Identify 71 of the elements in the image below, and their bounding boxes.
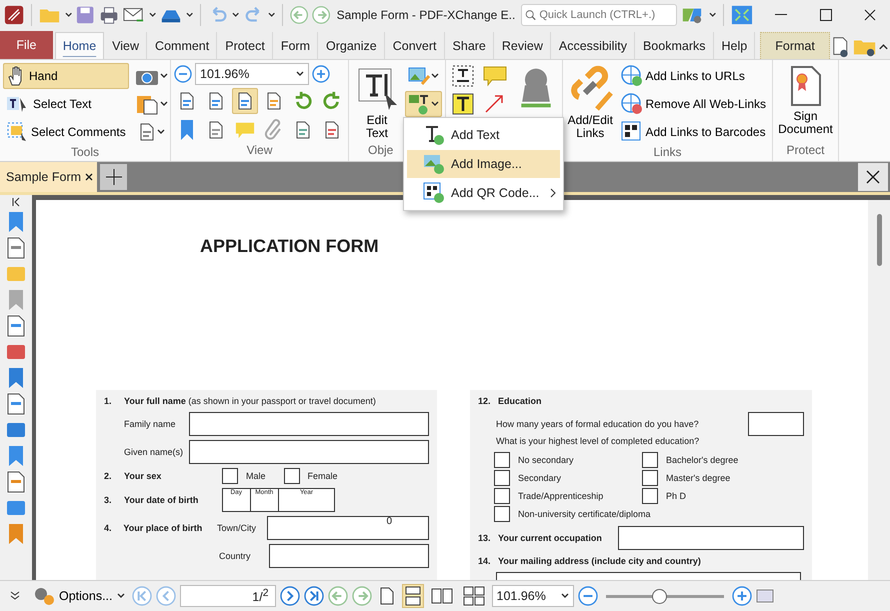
field-label: Family name [124,419,177,429]
document-tab-label: Sample Form [6,170,82,184]
question-number: 14. [478,556,490,566]
group-label: Protect [786,143,824,159]
question-text: Your current occupation [498,533,602,543]
ribbon-tab[interactable]: Help [714,32,756,59]
tool-button[interactable]: Select Text [3,91,129,117]
ribbon-tab[interactable]: Convert [386,32,445,59]
field-label: Country [219,551,252,561]
ribbon-tab[interactable]: Accessibility [552,32,635,59]
group-label: View [246,143,272,159]
checkbox-label: Bachelor's degree [666,455,738,465]
document-tab[interactable]: Sample Form [0,162,97,192]
zoom-combo[interactable]: 101.96% [195,63,309,85]
group-label: Links [653,145,682,161]
ribbon-tab[interactable]: Bookmarks [636,32,714,59]
question-number: 4. [104,523,113,533]
question-text: Your date of birth [124,495,200,505]
link-action-button[interactable]: Add Links to Barcodes [618,119,769,145]
quick-launch-field[interactable]: Quick Launch (CTRL+.) [521,4,678,26]
field-label: Given name(s) [124,447,184,457]
ribbon-tab[interactable]: Comment [148,32,218,59]
ribbon-tab[interactable]: Share [446,32,494,59]
checkbox-label: Non-university certificate/diploma [518,509,651,519]
group-label: Tools [70,145,99,161]
question-text: Your full name (as shown in your passport or travel document) [124,396,376,406]
tool-button[interactable]: Select Comments [3,119,129,145]
menu-item[interactable]: Add QR Code... [407,179,560,207]
ribbon-tab[interactable]: Format [760,32,830,59]
edit-text-button[interactable]: Edit Text [352,63,402,143]
options-button[interactable]: Options... [30,584,128,608]
form-title: APPLICATION FORM [200,236,380,258]
ribbon-tab[interactable]: Review [494,32,551,59]
file-tab[interactable]: File [0,31,53,59]
text-field[interactable]: 0 [267,516,429,540]
question-number: 12. [478,396,490,406]
checkbox-label: Secondary [518,473,562,483]
checkbox-label: Ph D [666,491,686,501]
tool-button[interactable]: Hand [3,63,129,89]
checkbox-label: Female [308,471,338,481]
question-number: 13. [478,533,490,543]
checkbox-label: Trade/Apprenticeship [518,491,604,501]
question-text: How many years of formal education do you have? [496,419,699,429]
page-field[interactable]: 1/$^{2}$ [180,585,276,607]
sign-document-button[interactable]: Sign Document [776,63,835,143]
field-value: 0 [386,517,392,527]
question-number: 3. [104,495,113,505]
ribbon-tab[interactable]: Home [54,32,104,59]
question-number: 2. [104,471,113,481]
checkbox-label: Master's degree [666,473,730,483]
ribbon-tab[interactable]: Protect [218,32,273,59]
ribbon-tab[interactable]: Organize [319,32,385,59]
checkbox-label: No secondary [518,455,574,465]
question-text: Your mailing address (include city and country) [498,556,701,566]
add-edit-links-button[interactable]: Add/Edit Links [566,63,614,145]
window-title: Sample Form - PDF-XChange E.. [336,8,516,22]
zoom-combo[interactable]: 101.96% [492,585,574,607]
group-label: Obje [368,143,394,159]
question-number: 1. [104,396,113,406]
question-text: Your place of birth [123,523,204,533]
link-action-button[interactable]: Add Links to URLs [618,63,769,89]
field-label: Town/City [217,523,258,533]
checkbox-label: Male [246,471,266,481]
ribbon-tab[interactable]: View [105,32,148,59]
menu-item[interactable]: Add Text [407,121,560,149]
link-action-button[interactable]: Remove All Web-Links [618,91,769,117]
question-text: Education [498,396,542,406]
question-text: Your sex [124,471,162,481]
question-text: What is your highest level of completed education? [496,436,700,446]
menu-item[interactable]: Add Image... [407,150,560,178]
ribbon-tab[interactable]: Form [274,32,318,59]
